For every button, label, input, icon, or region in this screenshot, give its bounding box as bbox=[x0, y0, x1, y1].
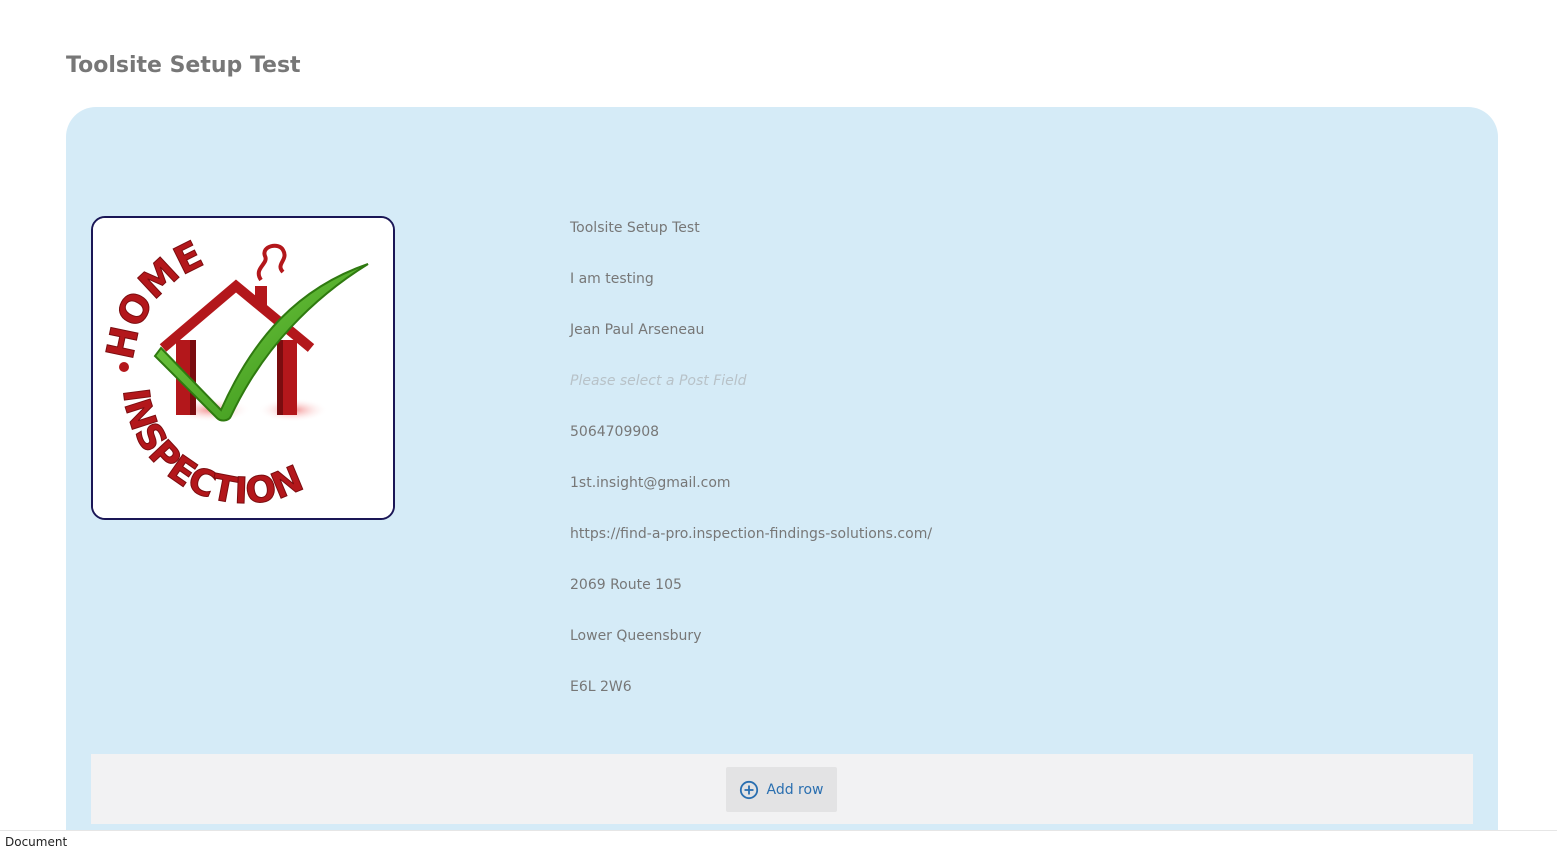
city-field: Lower Queensbury bbox=[570, 628, 702, 644]
add-row-button[interactable]: Add row bbox=[726, 767, 837, 812]
add-row-bar: Add row bbox=[91, 754, 1473, 824]
website-field: https://find-a-pro.inspection-findings-s… bbox=[570, 526, 933, 542]
description-field: I am testing bbox=[570, 271, 654, 287]
profile-card: HOME INSPECTION Toolsite Setup Test I am… bbox=[66, 107, 1498, 830]
street-address-field: 2069 Route 105 bbox=[570, 577, 682, 593]
postal-code-field: E6L 2W6 bbox=[570, 679, 632, 695]
business-name-field: Toolsite Setup Test bbox=[570, 220, 700, 236]
post-field-placeholder: Please select a Post Field bbox=[570, 373, 747, 389]
profile-fields: Toolsite Setup Test I am testing Jean Pa… bbox=[570, 217, 1270, 727]
contact-name-field: Jean Paul Arseneau bbox=[570, 322, 705, 338]
add-row-label: Add row bbox=[766, 781, 824, 798]
status-text: Document bbox=[5, 835, 68, 848]
page-title: Toolsite Setup Test bbox=[66, 53, 301, 78]
email-field: 1st.insight@gmail.com bbox=[570, 475, 731, 491]
logo-image: HOME INSPECTION bbox=[91, 216, 395, 520]
home-inspection-logo-icon: HOME INSPECTION bbox=[93, 218, 393, 518]
plus-circle-icon bbox=[740, 780, 759, 799]
status-bar: Document bbox=[0, 830, 1557, 848]
phone-field: 5064709908 bbox=[570, 424, 660, 440]
page: Toolsite Setup Test HOME INSPECTION Tool… bbox=[0, 0, 1557, 848]
